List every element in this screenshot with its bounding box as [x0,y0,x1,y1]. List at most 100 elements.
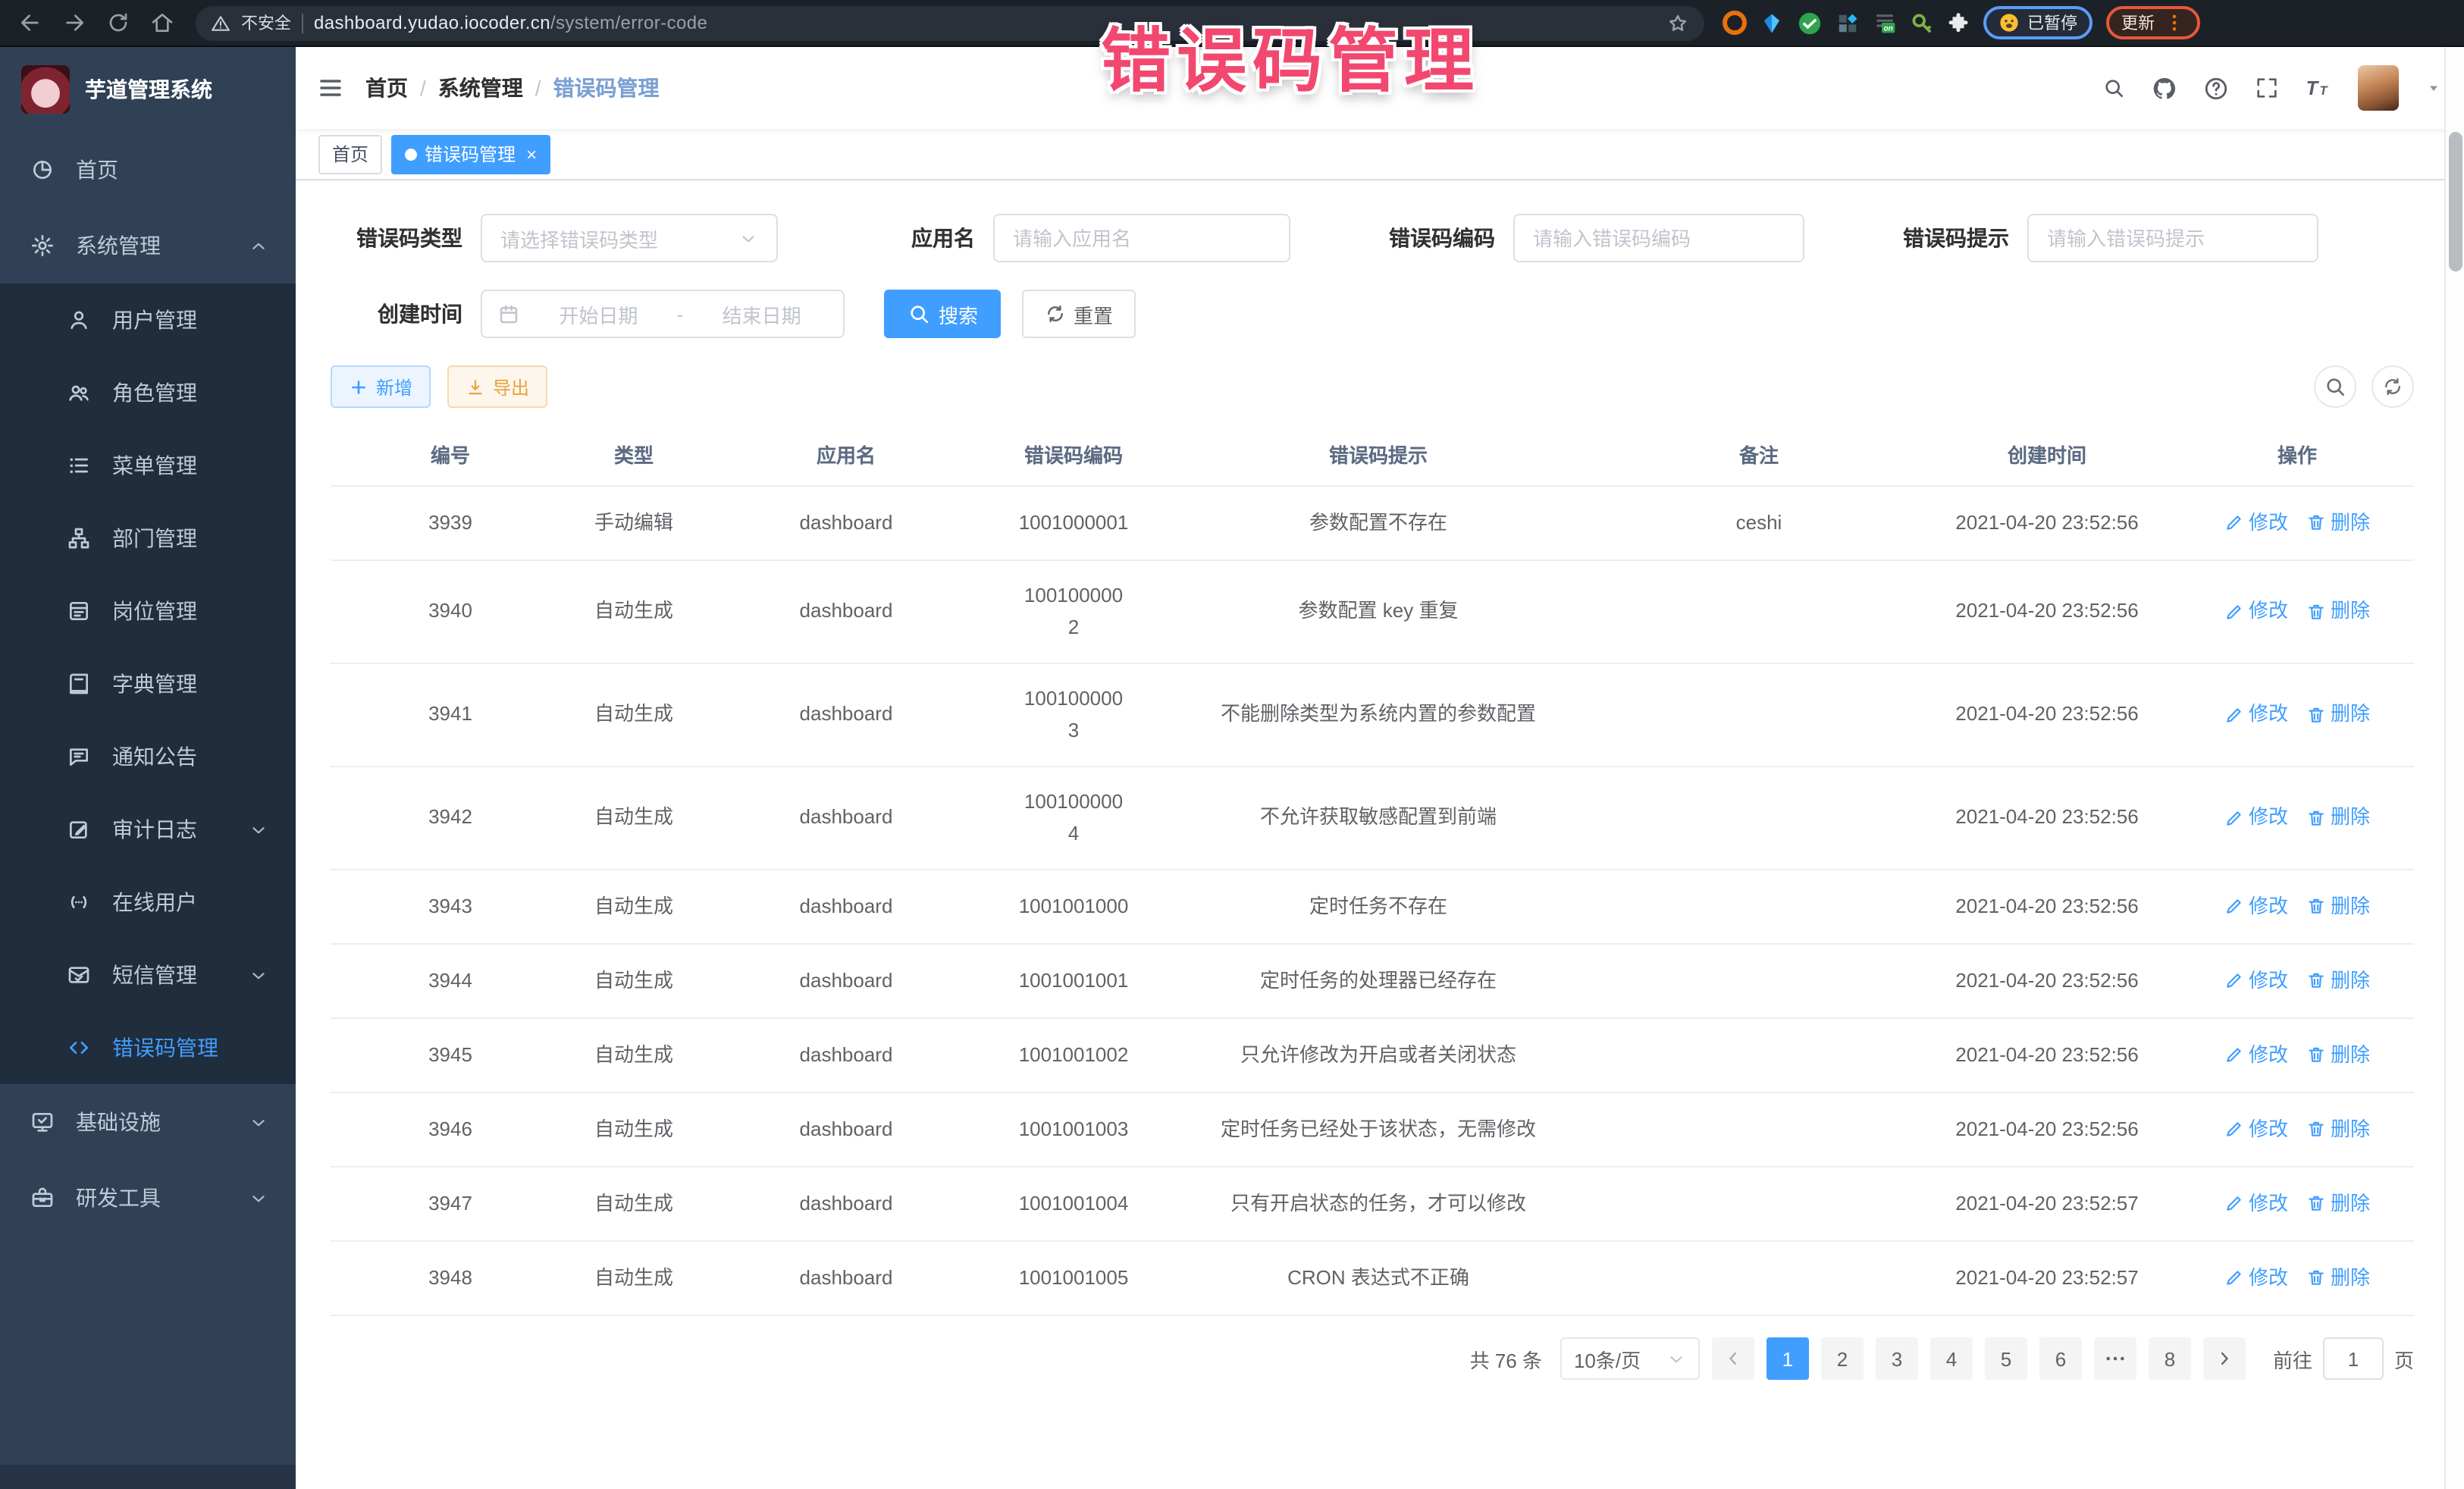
add-button[interactable]: 新增 [331,365,431,408]
delete-link[interactable]: 删除 [2306,1189,2370,1219]
app-logo[interactable]: 芋道管理系统 [0,47,296,132]
table-row[interactable]: 3943自动生成dashboard1001001000定时任务不存在2021-0… [331,870,2414,945]
next-page-button[interactable] [2203,1337,2246,1380]
table-row[interactable]: 3947自动生成dashboard1001001004只有开启状态的任务，才可以… [331,1168,2414,1242]
delete-link[interactable]: 删除 [2306,1040,2370,1071]
export-button[interactable]: 导出 [447,365,547,408]
sidebar-item-post-management[interactable]: 岗位管理 [0,575,296,647]
extension-grid-icon[interactable] [1836,11,1859,34]
page-more-button[interactable] [2094,1337,2136,1380]
delete-link[interactable]: 删除 [2306,803,2370,833]
browser-back-icon[interactable] [18,11,42,35]
refresh-table-button[interactable] [2372,365,2414,408]
browser-home-icon[interactable] [150,11,174,35]
bookmark-star-icon[interactable] [1666,11,1689,34]
delete-link[interactable]: 删除 [2306,1263,2370,1293]
extension-key-icon[interactable] [1911,11,1933,34]
sidebar-item-dict-management[interactable]: 字典管理 [0,647,296,720]
table-row[interactable]: 3942自动生成dashboard1001000004不允许获取敏感配置到前端2… [331,767,2414,870]
tab-错误码管理[interactable]: 错误码管理× [391,134,550,174]
search-button[interactable]: 搜索 [884,290,1001,338]
sidebar-item-label: 错误码管理 [112,1033,268,1063]
help-icon[interactable] [2203,75,2229,101]
page-button-3[interactable]: 3 [1876,1337,1918,1380]
edit-link[interactable]: 修改 [2224,597,2288,627]
user-avatar[interactable] [2358,65,2399,111]
page-button-1[interactable]: 1 [1766,1337,1809,1380]
sidebar-item-online-users[interactable]: 在线用户 [0,866,296,939]
table-row[interactable]: 3948自动生成dashboard1001001005CRON 表达式不正确20… [331,1242,2414,1316]
table-row[interactable]: 3940自动生成dashboard1001000002参数配置 key 重复20… [331,561,2414,664]
create-time-range-picker[interactable]: 开始日期 - 结束日期 [481,290,845,338]
page-scrollbar[interactable] [2444,47,2464,1489]
tab-close-icon[interactable]: × [526,143,537,165]
delete-link[interactable]: 删除 [2306,700,2370,730]
breadcrumb-item[interactable]: 首页 [365,73,408,103]
sidebar-item-menu-management[interactable]: 菜单管理 [0,429,296,502]
sidebar-item-audit-log[interactable]: 审计日志 [0,793,296,866]
sidebar-item-infrastructure[interactable]: 基础设施 [0,1084,296,1160]
sidebar-item-role-management[interactable]: 角色管理 [0,356,296,429]
extensions-puzzle-icon[interactable] [1947,11,1970,34]
edit-link[interactable]: 修改 [2224,508,2288,538]
show-search-toggle-button[interactable] [2314,365,2356,408]
delete-link[interactable]: 删除 [2306,597,2370,627]
edit-link[interactable]: 修改 [2224,1189,2288,1219]
delete-link[interactable]: 删除 [2306,508,2370,538]
extension-check-icon[interactable] [1797,10,1823,36]
edit-link[interactable]: 修改 [2224,1114,2288,1145]
browser-reload-icon[interactable] [106,11,130,35]
table-row[interactable]: 3946自动生成dashboard1001001003定时任务已经处于该状态，无… [331,1093,2414,1168]
reset-button[interactable]: 重置 [1022,290,1136,338]
sidebar-item-system-management[interactable]: 系统管理 [0,208,296,284]
table-row[interactable]: 3941自动生成dashboard1001000003不能删除类型为系统内置的参… [331,664,2414,767]
error-hint-input[interactable] [2027,214,2318,262]
header-search-icon[interactable] [2102,76,2126,100]
sidebar-item-notice[interactable]: 通知公告 [0,720,296,793]
browser-forward-icon[interactable] [62,11,86,35]
app-name-input[interactable] [993,214,1290,262]
prev-page-button[interactable] [1712,1337,1754,1380]
paused-badge[interactable]: 已暂停 [1983,6,2093,39]
delete-link[interactable]: 删除 [2306,892,2370,922]
extension-gem-icon[interactable] [1760,11,1783,34]
edit-link[interactable]: 修改 [2224,700,2288,730]
breadcrumb-item[interactable]: 系统管理 [438,73,523,103]
sidebar-item-user-management[interactable]: 用户管理 [0,284,296,356]
table-row[interactable]: 3939手动编辑dashboard1001000001参数配置不存在ceshi2… [331,487,2414,561]
edit-link[interactable]: 修改 [2224,966,2288,996]
extension-target-icon[interactable] [1723,11,1747,35]
tab-首页[interactable]: 首页 [318,134,382,174]
table-row[interactable]: 3945自动生成dashboard1001001002只允许修改为开启或者关闭状… [331,1019,2414,1093]
browser-update-button[interactable]: 更新 [2106,6,2200,39]
sidebar-item-dev-tools[interactable]: 研发工具 [0,1160,296,1236]
fullscreen-icon[interactable] [2255,76,2279,100]
page-button-4[interactable]: 4 [1930,1337,1973,1380]
edit-link[interactable]: 修改 [2224,1040,2288,1071]
sidebar-item-home[interactable]: 首页 [0,132,296,208]
delete-link[interactable]: 删除 [2306,1114,2370,1145]
page-button-5[interactable]: 5 [1985,1337,2027,1380]
sidebar-item-dept-management[interactable]: 部门管理 [0,502,296,575]
goto-page-input[interactable] [2323,1337,2384,1380]
browser-menu-dots-icon[interactable] [2164,12,2185,33]
edit-link[interactable]: 修改 [2224,803,2288,833]
extension-proxy-on-icon[interactable]: on [1873,11,1897,35]
font-size-icon[interactable]: TT [2305,74,2332,102]
page-button-8[interactable]: 8 [2149,1337,2191,1380]
page-button-6[interactable]: 6 [2039,1337,2082,1380]
table-row[interactable]: 3944自动生成dashboard1001001001定时任务的处理器已经存在2… [331,945,2414,1019]
scrollbar-thumb[interactable] [2449,132,2462,271]
sidebar-collapse-icon[interactable] [317,74,344,102]
error-code-input[interactable] [1513,214,1804,262]
error-type-select[interactable]: 请选择错误码类型 [481,214,778,262]
sidebar-item-sms-management[interactable]: 短信管理 [0,939,296,1011]
github-icon[interactable] [2152,75,2177,101]
page-size-select[interactable]: 10条/页 [1560,1337,1700,1380]
delete-link[interactable]: 删除 [2306,966,2370,996]
edit-link[interactable]: 修改 [2224,892,2288,922]
sidebar-item-error-code-management[interactable]: 错误码管理 [0,1011,296,1084]
edit-link[interactable]: 修改 [2224,1263,2288,1293]
page-button-2[interactable]: 2 [1821,1337,1864,1380]
avatar-caret-icon[interactable] [2425,79,2443,97]
